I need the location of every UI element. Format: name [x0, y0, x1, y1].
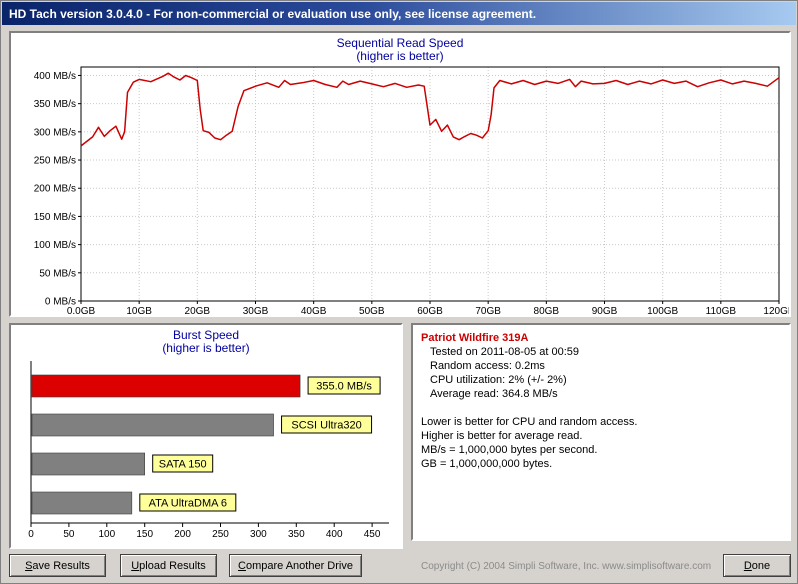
upload-accel: U: [131, 559, 140, 572]
svg-text:200 MB/s: 200 MB/s: [34, 184, 76, 195]
note-mbs-definition: MB/s = 1,000,000 bytes per second.: [421, 444, 598, 456]
svg-text:150: 150: [136, 529, 153, 540]
svg-text:110GB: 110GB: [706, 306, 737, 317]
svg-text:70GB: 70GB: [475, 306, 501, 317]
svg-text:355.0 MB/s: 355.0 MB/s: [316, 381, 372, 393]
done-button[interactable]: Done: [723, 554, 791, 577]
drive-name: Patriot Wildfire 319A: [421, 332, 529, 344]
title-bar[interactable]: HD Tach version 3.0.4.0 - For non-commer…: [2, 2, 796, 25]
svg-text:250: 250: [212, 529, 229, 540]
svg-text:SCSI Ultra320: SCSI Ultra320: [291, 420, 361, 432]
svg-text:350: 350: [288, 529, 305, 540]
svg-text:80GB: 80GB: [534, 306, 560, 317]
note-higher-better: Higher is better for average read.: [421, 430, 583, 442]
compare-rest: ompare Another Drive: [245, 559, 353, 572]
burst-speed-panel: Burst Speed (higher is better) 355.0 MB/…: [9, 323, 403, 549]
svg-text:ATA UltraDMA 6: ATA UltraDMA 6: [149, 498, 227, 510]
info-tested-on: Tested on 2011-08-05 at 00:59: [430, 346, 580, 358]
svg-text:120GB: 120GB: [763, 306, 789, 317]
svg-text:0.0GB: 0.0GB: [67, 306, 96, 317]
svg-text:300 MB/s: 300 MB/s: [34, 127, 76, 138]
svg-text:90GB: 90GB: [592, 306, 618, 317]
svg-text:400 MB/s: 400 MB/s: [34, 71, 76, 82]
svg-text:0 MB/s: 0 MB/s: [45, 297, 76, 308]
compare-accel: C: [238, 559, 246, 572]
compare-another-drive-button[interactable]: Compare Another Drive: [229, 554, 362, 577]
svg-text:100GB: 100GB: [647, 306, 678, 317]
sequential-read-panel: Sequential Read Speed (higher is better)…: [9, 31, 791, 317]
save-results-button[interactable]: Save Results: [9, 554, 106, 577]
burst-speed-plot: 355.0 MB/s SCSI Ultra320 SATA 150 ATA Ultra…: [28, 361, 389, 540]
svg-text:SATA 150: SATA 150: [159, 459, 207, 471]
window-title: HD Tach version 3.0.4.0 - For non-commer…: [9, 6, 537, 21]
save-rest: ave Results: [32, 559, 90, 572]
note-gb-definition: GB = 1,000,000,000 bytes.: [421, 458, 553, 470]
done-accel: D: [743, 559, 752, 572]
svg-text:400: 400: [326, 529, 343, 540]
svg-text:50: 50: [63, 529, 75, 540]
svg-text:300: 300: [250, 529, 267, 540]
svg-text:60GB: 60GB: [417, 306, 443, 317]
svg-text:350 MB/s: 350 MB/s: [34, 99, 76, 110]
info-random-access: Random access: 0.2ms: [430, 360, 545, 372]
svg-text:50 MB/s: 50 MB/s: [39, 268, 76, 279]
compare-label: Compare Another Drive: [238, 560, 353, 572]
svg-text:10GB: 10GB: [126, 306, 152, 317]
svg-text:100 MB/s: 100 MB/s: [34, 240, 76, 251]
svg-text:250 MB/s: 250 MB/s: [34, 156, 76, 167]
svg-text:30GB: 30GB: [243, 306, 269, 317]
svg-text:200: 200: [174, 529, 191, 540]
hdtach-window: HD Tach version 3.0.4.0 - For non-commer…: [0, 0, 798, 584]
sequential-read-plot: 0.0GB 10GB 20GB 30GB 40GB 50GB 60GB 70GB 80GB 90G…: [34, 66, 789, 317]
done-rest: one: [751, 559, 771, 572]
svg-text:450: 450: [364, 529, 381, 540]
copyright-text: Copyright (C) 2004 Simpli Software, Inc.…: [421, 561, 712, 572]
drive-info-panel: Patriot Wildfire 319A Tested on 2011-08-…: [411, 323, 791, 541]
burst-chart-subtitle: (higher is better): [162, 341, 250, 355]
svg-text:150 MB/s: 150 MB/s: [34, 212, 76, 223]
upload-rest: pload Results: [139, 559, 206, 572]
svg-text:40GB: 40GB: [301, 306, 327, 317]
upload-results-button[interactable]: Upload Results: [120, 554, 217, 577]
svg-text:0: 0: [28, 529, 34, 540]
done-label: Done: [744, 560, 770, 572]
info-average-read: Average read: 364.8 MB/s: [430, 388, 558, 400]
info-cpu-utilization: CPU utilization: 2% (+/- 2%): [430, 374, 567, 386]
svg-text:20GB: 20GB: [185, 306, 211, 317]
svg-text:100: 100: [98, 529, 115, 540]
upload-results-label: Upload Results: [131, 560, 206, 572]
seq-chart-subtitle: (higher is better): [356, 49, 444, 63]
save-results-label: Save Results: [25, 560, 90, 572]
svg-text:50GB: 50GB: [359, 306, 385, 317]
note-lower-better: Lower is better for CPU and random acces…: [421, 416, 638, 428]
